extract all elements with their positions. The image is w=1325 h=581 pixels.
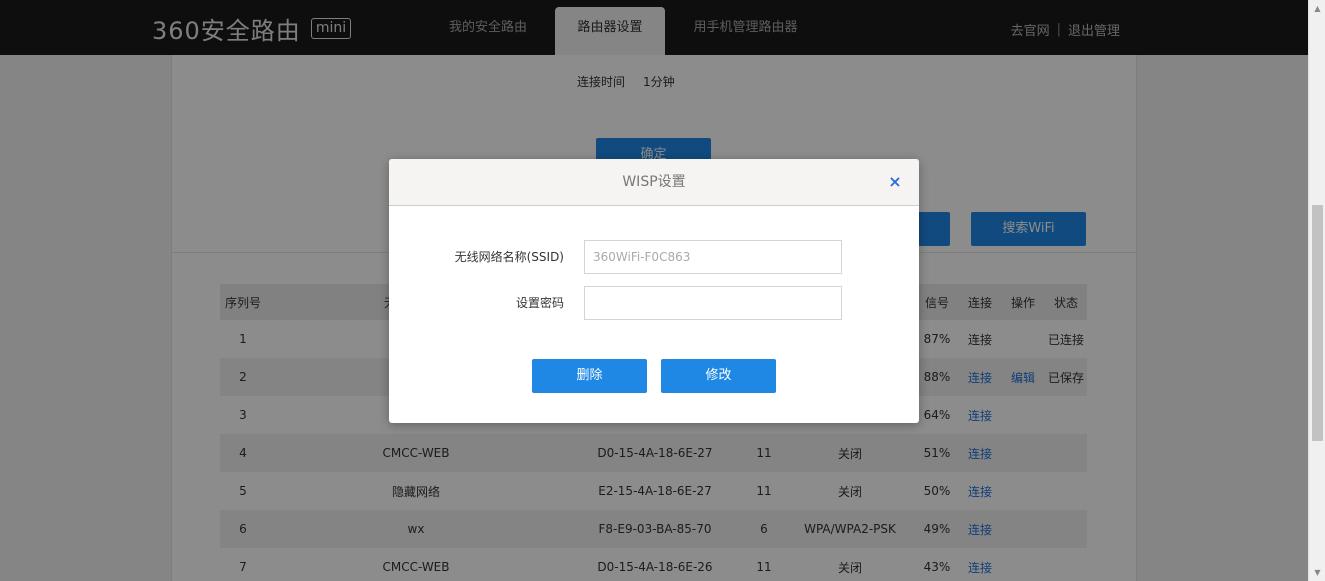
password-input[interactable] xyxy=(584,286,842,320)
scroll-down-arrow-icon[interactable]: ▼ xyxy=(1309,564,1325,581)
page-scrollbar[interactable]: ▲ ▼ xyxy=(1308,0,1325,581)
ssid-input[interactable]: 360WiFi-F0C863 xyxy=(584,240,842,274)
password-label: 设置密码 xyxy=(515,296,564,310)
close-icon[interactable]: × xyxy=(888,174,902,190)
wisp-settings-dialog: WISP设置 × 无线网络名称(SSID) 360WiFi-F0C863 设置密… xyxy=(389,159,919,423)
dialog-header: WISP设置 × xyxy=(389,159,919,206)
scroll-up-arrow-icon[interactable]: ▲ xyxy=(1309,0,1325,17)
scroll-thumb[interactable] xyxy=(1312,205,1323,441)
ssid-label: 无线网络名称(SSID) xyxy=(454,250,564,264)
delete-button[interactable]: 删除 xyxy=(532,359,647,393)
modify-button[interactable]: 修改 xyxy=(661,359,776,393)
dialog-title: WISP设置 xyxy=(622,174,686,190)
